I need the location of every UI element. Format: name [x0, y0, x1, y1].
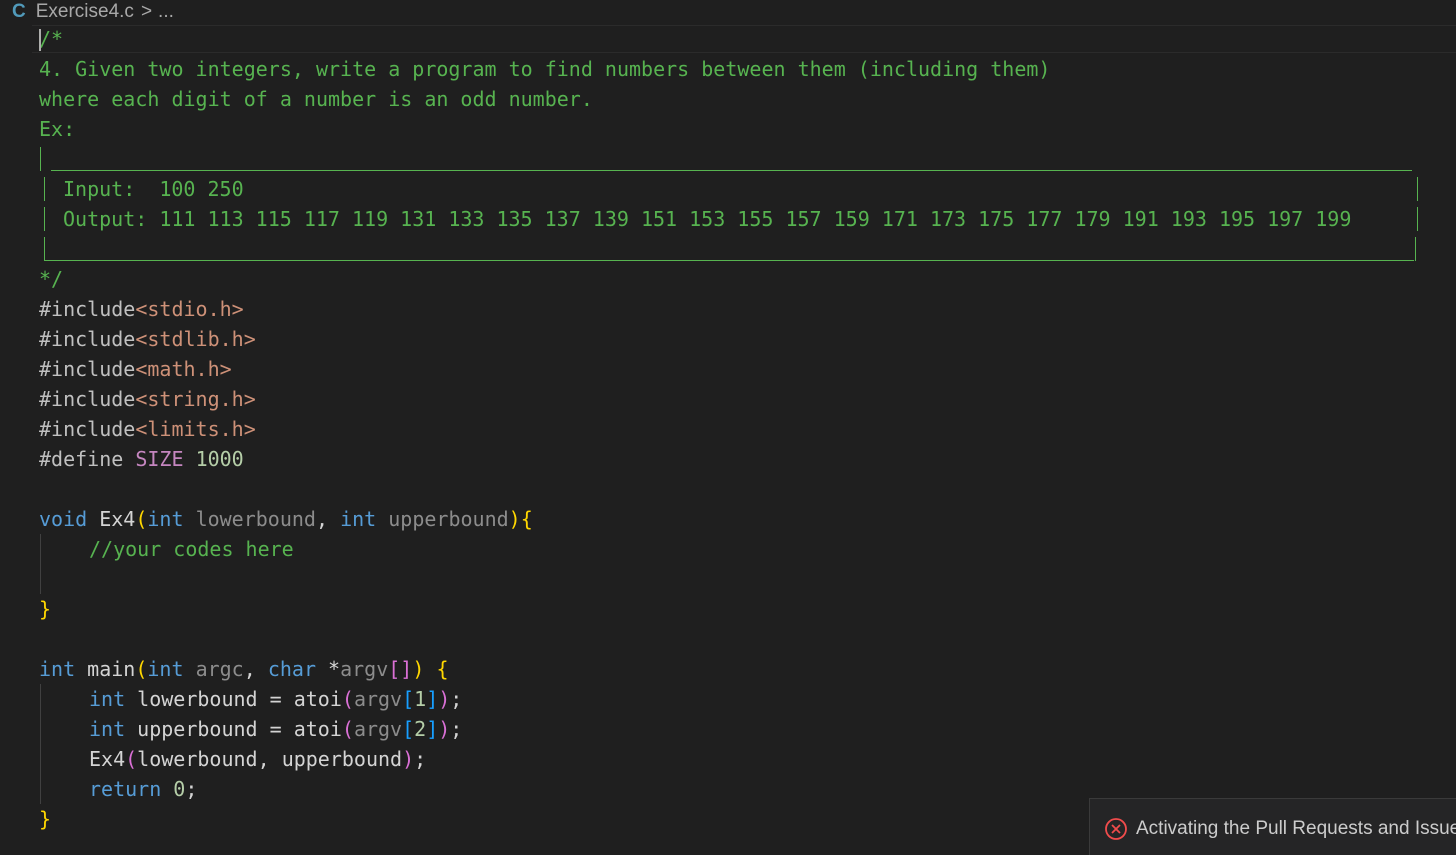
code-line-main-upper: int upperbound = atoi(argv[2]);: [89, 717, 463, 741]
box-left-border-1: [44, 177, 45, 201]
text-cursor: [39, 29, 41, 51]
code-line-include-stdio: #include<stdio.h>: [39, 297, 244, 321]
code-line-main-call: Ex4(lowerbound, upperbound);: [89, 747, 427, 771]
code-line-4: Ex:: [39, 117, 76, 141]
indent-guide-ex4: [40, 534, 41, 594]
box-left-top: [40, 147, 41, 171]
code-line-2: 4. Given two integers, write a program t…: [39, 57, 1051, 81]
notification-text: Activating the Pull Requests and Issues: [1136, 818, 1456, 839]
box-left-border-2: [44, 207, 45, 231]
code-line-include-limits: #include<limits.h>: [39, 417, 256, 441]
code-line-include-stdlib: #include<stdlib.h>: [39, 327, 256, 351]
code-line-main-lower: int lowerbound = atoi(argv[1]);: [89, 687, 463, 711]
code-line-3: where each digit of a number is an odd n…: [39, 87, 593, 111]
code-editor[interactable]: /* 4. Given two integers, write a progra…: [0, 24, 1456, 855]
breadcrumb-file[interactable]: Exercise4.c: [36, 1, 134, 23]
error-circle-icon: [1105, 818, 1127, 840]
box-right-border-3: [1415, 237, 1416, 261]
code-line-include-string: #include<string.h>: [39, 387, 256, 411]
code-line-main-signature: int main(int argc, char *argv[]) {: [39, 657, 449, 681]
box-bottom-border: [45, 260, 1414, 261]
code-line-ex4-signature: void Ex4(int lowerbound, int upperbound)…: [39, 507, 533, 531]
breadcrumb-symbols[interactable]: ...: [158, 1, 174, 23]
code-line-main-return: return 0;: [89, 777, 198, 801]
code-line-6: Input: 100 250: [63, 177, 244, 201]
box-right-border-2: [1417, 207, 1418, 231]
breadcrumb: C Exercise4.c > ...: [0, 0, 1456, 24]
c-file-icon: C: [12, 1, 26, 22]
current-line-highlight: [32, 25, 1456, 53]
code-line-define: #define SIZE 1000: [39, 447, 244, 471]
indent-guide-main: [40, 684, 41, 804]
code-line-ex4-comment: //your codes here: [89, 537, 294, 561]
code-line-include-math: #include<math.h>: [39, 357, 232, 381]
box-right-border-1: [1417, 177, 1418, 201]
box-left-border-3: [44, 237, 45, 261]
code-line-main-close: }: [39, 807, 52, 831]
notification-toast[interactable]: Activating the Pull Requests and Issues: [1089, 798, 1456, 855]
code-line-7: Output: 111 113 115 117 119 131 133 135 …: [63, 207, 1352, 231]
code-line-1: /*: [39, 27, 64, 51]
chevron-right-icon: >: [140, 1, 153, 22]
box-top-border: [51, 170, 1412, 171]
code-line-ex4-close: }: [39, 597, 52, 621]
code-line-9: */: [39, 267, 64, 291]
